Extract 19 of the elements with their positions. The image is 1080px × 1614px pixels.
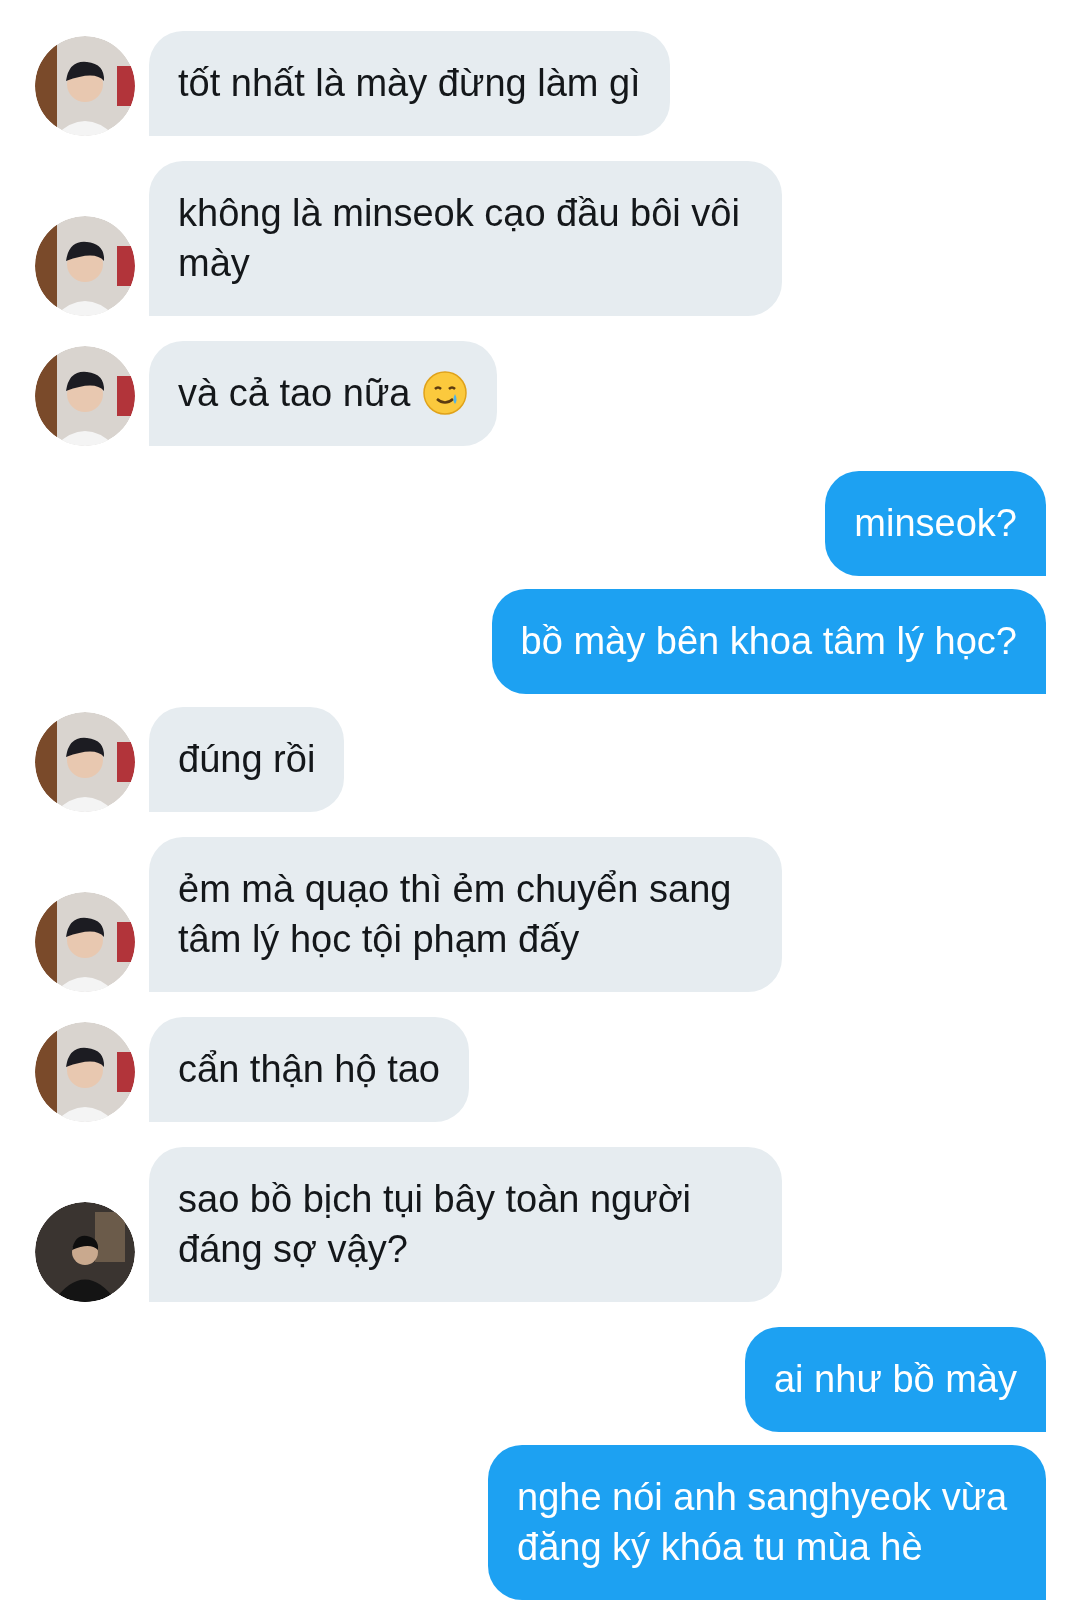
smiling-face-with-tear-icon [422,370,469,416]
message-bubble: sao bồ bịch tụi bây toàn người đáng sợ vậy? [149,1147,782,1302]
message-bubble: tốt nhất là mày đừng làm gì [149,31,670,136]
message-bubble: không là minseok cạo đầu bôi vôi mày [149,161,782,316]
message-bubble: ai như bồ mày [745,1327,1046,1432]
message-bubble: và cả tao nữa [149,341,498,446]
message-bubble: đúng rồi [149,707,345,812]
avatar[interactable] [35,892,135,992]
avatar[interactable] [35,712,135,812]
message-bubble: ẻm mà quạo thì ẻm chuyển sang tâm lý học tội phạm đấy [149,837,782,992]
avatar[interactable] [35,36,135,136]
message-bubble: nghe nói anh sanghyeok vừa đăng ký khóa tu mùa hè [488,1445,1046,1600]
avatar[interactable] [35,346,135,446]
message-bubble: minseok? [825,471,1046,576]
message-bubble: cẩn thận hộ tao [149,1017,469,1122]
avatar[interactable] [35,216,135,316]
avatar[interactable] [35,1202,135,1302]
message-bubble: bồ mày bên khoa tâm lý học? [491,589,1046,694]
avatar[interactable] [35,1022,135,1122]
